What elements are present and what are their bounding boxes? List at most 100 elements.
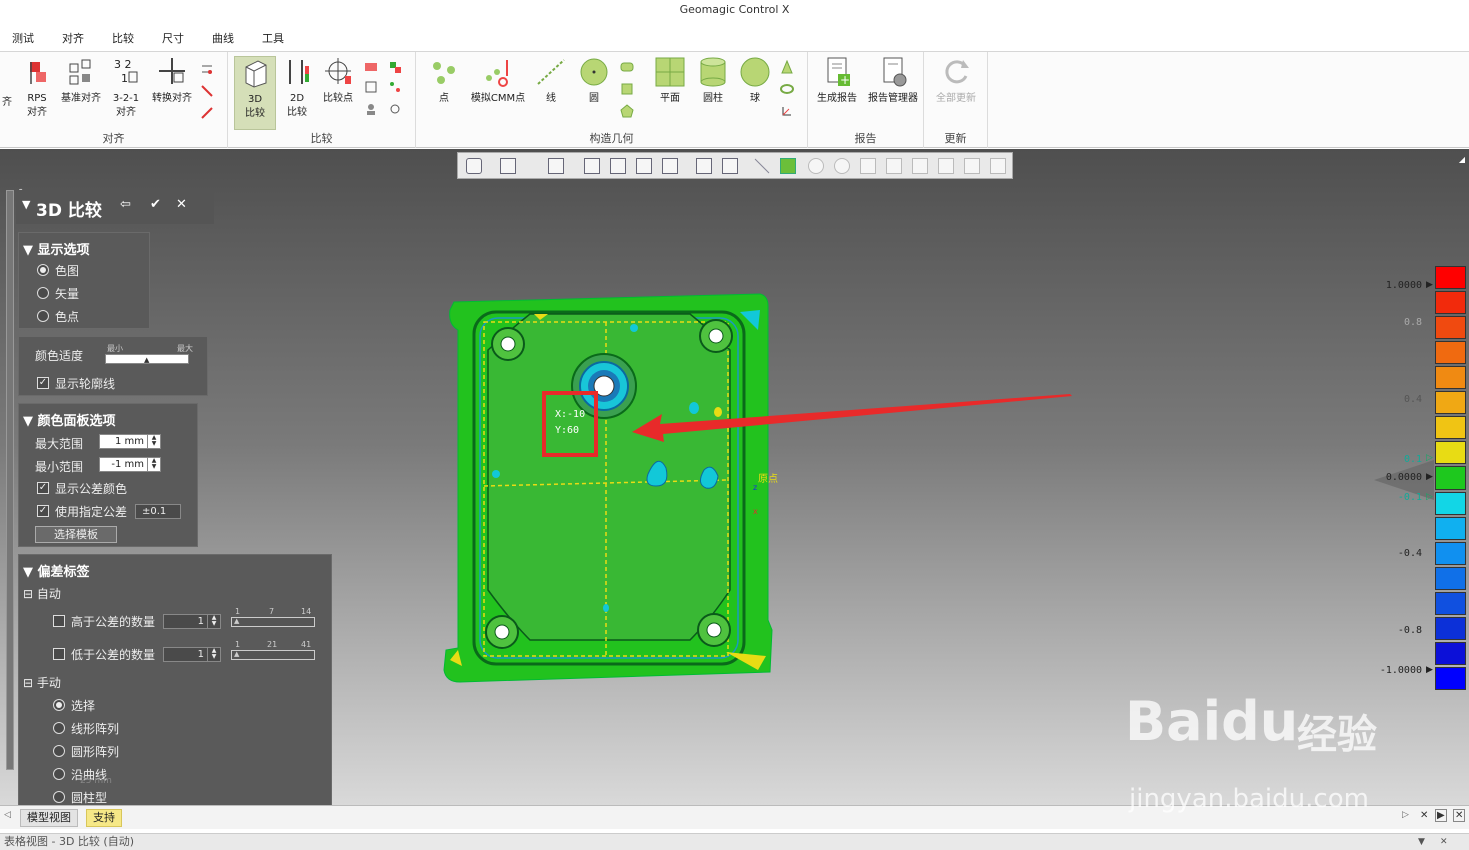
view-layers-icon[interactable] xyxy=(722,158,738,174)
view-back-icon[interactable] xyxy=(610,158,626,174)
tab-scroll-right-icon[interactable]: ▷ xyxy=(1402,810,1409,820)
radio-colormap[interactable] xyxy=(37,264,49,276)
panel-scrollbar[interactable] xyxy=(6,190,14,770)
tolerance-input[interactable]: ±0.1 xyxy=(135,504,181,519)
radio-vector[interactable] xyxy=(37,287,49,299)
colorbar-min-handle[interactable]: ▶ xyxy=(1426,665,1433,675)
axis-icon[interactable] xyxy=(780,104,794,118)
status-close-icon[interactable]: ✕ xyxy=(1440,834,1448,850)
above-tol-slider[interactable]: ▲ xyxy=(231,617,315,627)
compare-small-icon-3[interactable] xyxy=(364,102,378,116)
tab-close-all-icon[interactable]: ✕ xyxy=(1453,809,1466,822)
manual-toggle[interactable]: ⊟ 手动 xyxy=(23,674,61,691)
point-button[interactable]: 点 xyxy=(424,56,464,106)
report-manager-button[interactable]: 报告管理器 xyxy=(864,56,922,106)
tab-close-icon[interactable]: ✕ xyxy=(1420,810,1428,821)
compare-small-icon-6[interactable] xyxy=(388,102,402,116)
datum-align-button[interactable]: 基准对齐 xyxy=(58,56,104,106)
radio-cylinder[interactable] xyxy=(53,791,65,803)
colorbar-zero-handle[interactable]: ▶ xyxy=(1426,472,1433,482)
menu-tools[interactable]: 工具 xyxy=(262,30,284,46)
line-button[interactable]: 线 xyxy=(534,56,568,106)
view-polygon-icon[interactable] xyxy=(466,158,482,174)
2d-compare-button[interactable]: 2D 比较 xyxy=(280,56,314,120)
radio-select[interactable] xyxy=(53,699,65,711)
align-small-icon-2[interactable] xyxy=(200,84,214,98)
max-range-input[interactable]: 1 mm ▲ ▼ xyxy=(99,434,161,449)
below-tol-slider[interactable]: ▲ xyxy=(231,650,315,660)
confirm-icon[interactable]: ✔ xyxy=(150,197,168,215)
tab-model-view[interactable]: 模型视图 xyxy=(20,809,78,827)
display-options-title[interactable]: ▼ 显示选项 xyxy=(23,239,90,258)
select-brush-icon[interactable] xyxy=(886,158,902,174)
menu-align[interactable]: 对齐 xyxy=(62,30,84,46)
radio-colorpoint[interactable] xyxy=(37,310,49,322)
color-fit-slider[interactable]: ▲ xyxy=(105,354,189,364)
compare-small-icon-1[interactable] xyxy=(364,60,378,74)
color-panel-title[interactable]: ▼ 颜色面板选项 xyxy=(23,410,116,429)
tab-support[interactable]: 支持 xyxy=(86,809,122,827)
radio-along-curve[interactable] xyxy=(53,768,65,780)
compare-point-button[interactable]: 比较点 xyxy=(318,56,358,106)
update-all-button[interactable]: 全部更新 xyxy=(930,56,982,106)
above-tol-input[interactable]: 1 ▲ ▼ xyxy=(163,614,221,629)
status-dropdown-icon[interactable]: ▼ xyxy=(1418,834,1425,850)
colorbar-tol-handle[interactable]: ▷ xyxy=(1426,453,1433,463)
menu-test[interactable]: 测试 xyxy=(12,30,34,46)
min-range-spinner[interactable]: ▲ ▼ xyxy=(147,458,160,471)
color-fit-thumb[interactable]: ▲ xyxy=(144,356,149,364)
view-split-icon[interactable] xyxy=(636,158,652,174)
colorbar-tol-handle[interactable]: ▷ xyxy=(1426,492,1433,502)
deviation-labels-title[interactable]: ▼ 偏差标签 xyxy=(23,561,90,580)
rps-align-button[interactable]: RPS 对齐 xyxy=(20,56,54,120)
select-flood-icon[interactable] xyxy=(964,158,980,174)
cone-icon[interactable] xyxy=(780,59,794,74)
select-circle-icon[interactable] xyxy=(808,158,824,174)
select-freeform-icon[interactable] xyxy=(860,158,876,174)
geometry-small-icon-2[interactable] xyxy=(620,82,634,96)
pentagon-icon[interactable] xyxy=(620,104,634,118)
below-tol-spinner[interactable]: ▲ ▼ xyxy=(207,648,220,661)
transform-align-button[interactable]: 转换对齐 xyxy=(148,56,196,106)
above-tol-spinner[interactable]: ▲ ▼ xyxy=(207,615,220,628)
panel-collapse-icon[interactable]: ▼ xyxy=(22,198,30,211)
max-range-spinner[interactable]: ▲ ▼ xyxy=(147,435,160,448)
part-model[interactable]: X:-10 Y:60 原点 z x xyxy=(440,290,780,685)
show-tol-color-checkbox[interactable]: ✓ xyxy=(37,482,49,494)
compare-small-icon-4[interactable] xyxy=(388,60,402,74)
cylinder-button[interactable]: 圆柱 xyxy=(694,56,732,106)
geometry-small-icon-1[interactable] xyxy=(620,60,634,74)
below-tol-input[interactable]: 1 ▲ ▼ xyxy=(163,647,221,662)
menu-dimension[interactable]: 尺寸 xyxy=(162,30,184,46)
select-line-icon[interactable] xyxy=(754,158,770,174)
sphere-button[interactable]: 球 xyxy=(736,56,774,106)
tab-scroll-left-icon[interactable]: ◁ xyxy=(4,810,11,820)
select-visible-icon[interactable] xyxy=(990,158,1006,174)
compare-small-icon-5[interactable] xyxy=(388,80,402,94)
close-icon[interactable]: ✕ xyxy=(176,197,194,215)
view-fit-icon[interactable] xyxy=(662,158,678,174)
tab-next-icon[interactable]: ▶ xyxy=(1435,809,1447,822)
show-contour-checkbox[interactable]: ✓ xyxy=(37,377,49,389)
select-template-button[interactable]: 选择模板 xyxy=(35,526,117,543)
align-small-icon-1[interactable] xyxy=(200,62,214,76)
above-tol-checkbox[interactable] xyxy=(53,615,65,627)
generate-report-button[interactable]: + 生成报告 xyxy=(812,56,862,106)
plane-button[interactable]: 平面 xyxy=(650,56,690,106)
align-cut-button[interactable]: 齐 xyxy=(0,96,14,110)
321-align-button[interactable]: 3 21 3-2-1 对齐 xyxy=(108,56,144,120)
select-rect-icon[interactable] xyxy=(780,158,796,174)
cmm-point-button[interactable]: 模拟CMM点 xyxy=(464,56,532,106)
viewport-collapse-icon[interactable]: ◢ xyxy=(1459,155,1465,164)
view-front-icon[interactable] xyxy=(584,158,600,174)
radio-linear-array[interactable] xyxy=(53,722,65,734)
select-fill-icon[interactable] xyxy=(938,158,954,174)
torus-icon[interactable] xyxy=(780,82,794,96)
align-small-icon-3[interactable] xyxy=(200,106,214,120)
below-tol-thumb[interactable]: ▲ xyxy=(234,650,239,658)
3d-compare-button[interactable]: 3D 比较 xyxy=(234,56,276,130)
select-ellipse-icon[interactable] xyxy=(834,158,850,174)
menu-compare[interactable]: 比较 xyxy=(112,30,134,46)
use-tol-checkbox[interactable]: ✓ xyxy=(37,505,49,517)
view-orient-icon[interactable] xyxy=(548,158,564,174)
